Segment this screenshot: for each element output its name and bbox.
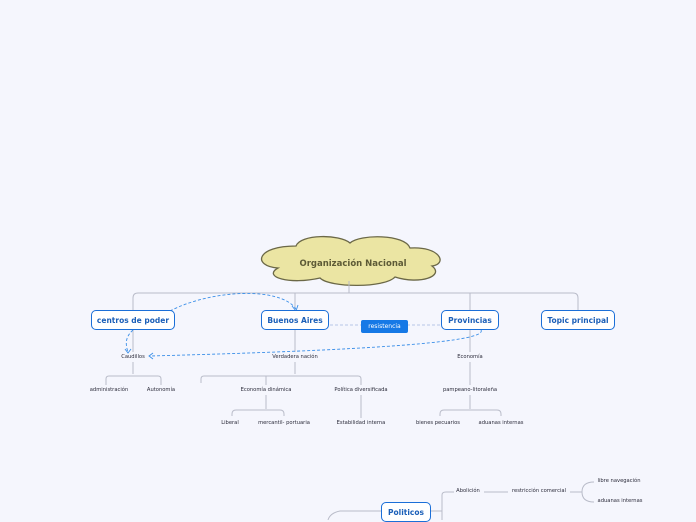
root-topic-title[interactable]: Organización Nacional xyxy=(263,256,443,272)
subtopic-restriccion-comercial[interactable]: restricción comercial xyxy=(512,488,566,495)
subtopic-mercantil-portuaria[interactable]: mercantil- portuaria xyxy=(258,420,310,427)
subtopic-politica-diversificada[interactable]: Política diversificada xyxy=(334,387,387,394)
subtopic-autonomia[interactable]: Autonomía xyxy=(147,387,175,394)
subtopic-abolicion[interactable]: Abolición xyxy=(456,488,480,495)
subtopic-bienes-pecuarios[interactable]: bienes pecuarios xyxy=(416,420,460,427)
main-connectors xyxy=(105,281,595,520)
topic-buenos-aires[interactable]: Buenos Aires xyxy=(261,310,329,330)
subtopic-pampeano-litoralena[interactable]: pampeano-litoraleña xyxy=(443,387,497,394)
subtopic-liberal[interactable]: Liberal xyxy=(221,420,239,427)
subtopic-aduanas-internas[interactable]: aduanas internas xyxy=(479,420,524,427)
subtopic-estabilidad-interna[interactable]: Estabilidad interna xyxy=(337,420,386,427)
relationship-label-resistencia[interactable]: resistencia xyxy=(361,320,408,333)
topic-politicos[interactable]: Politicos xyxy=(381,502,431,522)
topic-principal[interactable]: Topic principal xyxy=(541,310,615,330)
subtopic-libre-navegacion[interactable]: libre navegación xyxy=(598,478,641,485)
subtopic-aduanas-internas-politicos[interactable]: aduanas internas xyxy=(598,498,643,505)
subtopic-caudillos[interactable]: Caudillos xyxy=(121,354,145,361)
subtopic-economia[interactable]: Economía xyxy=(457,354,482,361)
topic-provincias[interactable]: Provincias xyxy=(441,310,499,330)
topic-centros-de-poder[interactable]: centros de poder xyxy=(91,310,175,330)
subtopic-verdadera-nacion[interactable]: Verdadera nación xyxy=(272,354,318,361)
subtopic-administracion[interactable]: administración xyxy=(90,387,129,394)
subtopic-economia-dinamica[interactable]: Economía dinámica xyxy=(241,387,292,394)
